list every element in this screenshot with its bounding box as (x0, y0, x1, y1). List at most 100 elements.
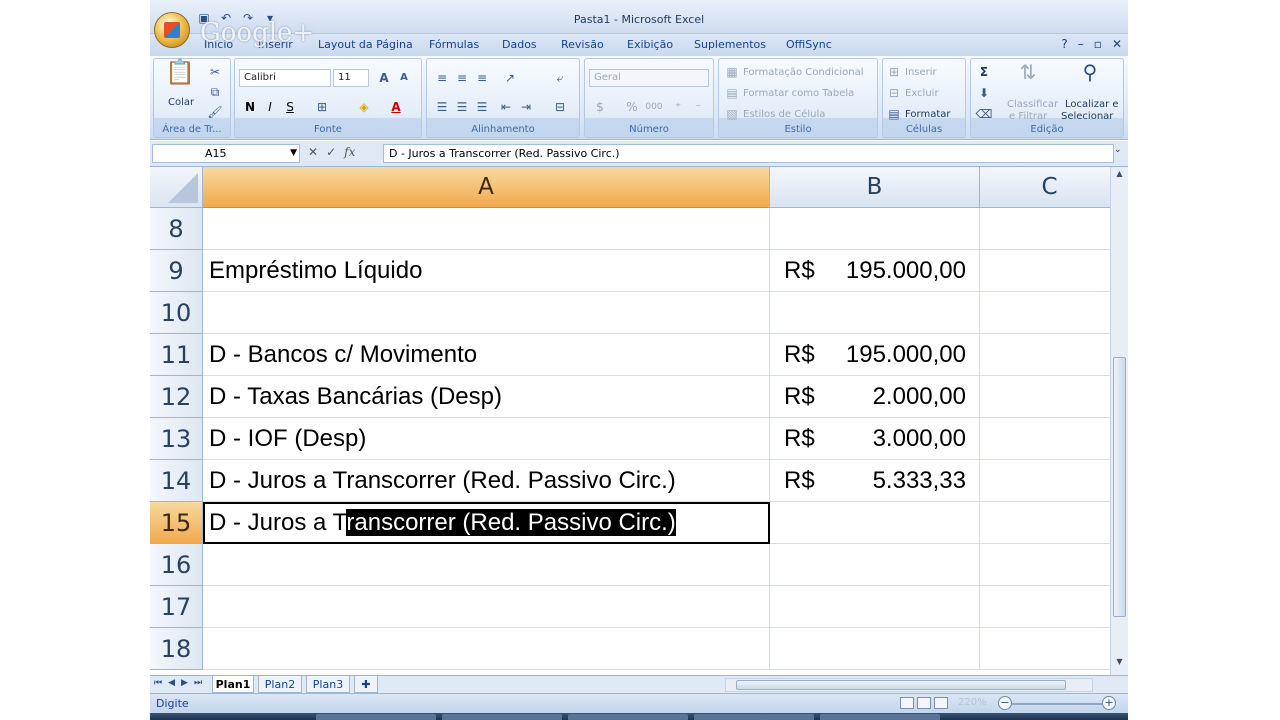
name-box-dropdown-icon[interactable]: ▼ (290, 145, 297, 162)
currency-icon[interactable]: $ (591, 98, 609, 116)
prev-sheet-icon[interactable]: ◀ (168, 678, 175, 688)
cell-b13[interactable]: R$ 3.000,00 (770, 418, 980, 460)
shrink-font-button[interactable]: A (395, 69, 413, 87)
conditional-format-button[interactable]: Formatação Condicional (743, 67, 864, 78)
grow-font-button[interactable]: A (375, 69, 393, 87)
format-painter-icon[interactable]: 🖌 (206, 103, 224, 121)
zoom-level[interactable]: 220% (958, 697, 987, 708)
zoom-slider[interactable]: − + (998, 696, 1118, 712)
select-all-button[interactable] (150, 167, 203, 208)
row-header-17[interactable]: 17 (150, 586, 203, 628)
tab-layout[interactable]: Layout da Página (318, 38, 413, 51)
scroll-up-icon[interactable]: ▲ (1113, 169, 1126, 183)
decrease-indent-icon[interactable]: ⇤ (497, 98, 515, 116)
cell-c11[interactable] (980, 334, 1110, 376)
row-header-11[interactable]: 11 (150, 334, 203, 376)
cell-c8[interactable] (980, 208, 1110, 250)
fill-color-icon[interactable]: ◈ (355, 98, 373, 116)
cell-b9[interactable]: R$ 195.000,00 (770, 250, 980, 292)
decrease-decimal-icon[interactable]: ⁻ (689, 98, 707, 116)
cell-a8[interactable] (203, 208, 770, 250)
row-header-13[interactable]: 13 (150, 418, 203, 460)
horizontal-scrollbar[interactable] (725, 678, 1093, 692)
vertical-scrollbar[interactable]: ▲ ▼ (1110, 167, 1128, 675)
cell-a11[interactable]: D - Bancos c/ Movimento (203, 334, 770, 376)
format-button[interactable]: Formatar (905, 109, 950, 120)
sort-filter-label-1[interactable]: Classificar (1007, 99, 1058, 110)
first-sheet-icon[interactable]: ⏮ (154, 678, 162, 688)
tab-offisync[interactable]: OffiSync (786, 38, 832, 51)
enter-icon[interactable]: ✓ (326, 145, 336, 159)
insert-sheet-icon[interactable]: ✚ (354, 676, 378, 693)
sheet-tab-plan3[interactable]: Plan3 (306, 676, 350, 693)
column-header-b[interactable]: B (770, 167, 980, 208)
align-right-icon[interactable]: ☰ (473, 98, 491, 116)
cell-a10[interactable] (203, 292, 770, 334)
cell-a14[interactable]: D - Juros a Transcorrer (Red. Passivo Ci… (203, 460, 770, 502)
page-layout-view-icon[interactable] (917, 697, 931, 709)
cell-a17[interactable] (203, 586, 770, 628)
cell-b17[interactable] (770, 586, 980, 628)
cell-c17[interactable] (980, 586, 1110, 628)
row-header-10[interactable]: 10 (150, 292, 203, 334)
font-size-select[interactable]: 11 (333, 69, 369, 87)
paste-icon[interactable]: 📋 (164, 60, 196, 95)
taskbar-item[interactable] (568, 714, 688, 720)
cell-a12[interactable]: D - Taxas Bancárias (Desp) (203, 376, 770, 418)
cell-c12[interactable] (980, 376, 1110, 418)
cell-b16[interactable] (770, 544, 980, 586)
align-left-icon[interactable]: ☰ (433, 98, 451, 116)
cell-b18[interactable] (770, 628, 980, 670)
cell-b15[interactable] (770, 502, 980, 544)
cell-a18[interactable] (203, 628, 770, 670)
thousands-button[interactable]: 000 (643, 98, 665, 116)
horizontal-scroll-thumb[interactable] (736, 680, 1066, 690)
expand-formula-icon[interactable]: ⌄ (1114, 145, 1126, 162)
cell-b14[interactable]: R$ 5.333,33 (770, 460, 980, 502)
cell-c10[interactable] (980, 292, 1110, 334)
cancel-icon[interactable]: ✕ (308, 145, 318, 159)
cell-text-selected[interactable]: ranscorrer (Red. Passivo Circ.) (346, 509, 676, 536)
scroll-down-icon[interactable]: ▼ (1113, 657, 1126, 671)
tab-revisao[interactable]: Revisão (561, 38, 604, 51)
last-sheet-icon[interactable]: ⏭ (194, 678, 202, 688)
copy-icon[interactable]: ⧉ (206, 83, 224, 101)
taskbar-item[interactable] (442, 714, 562, 720)
normal-view-icon[interactable] (900, 697, 914, 709)
tab-exibicao[interactable]: Exibição (627, 38, 673, 51)
borders-icon[interactable]: ⊞ (313, 98, 331, 116)
row-header-9[interactable]: 9 (150, 250, 203, 292)
zoom-in-icon[interactable]: + (1102, 696, 1116, 710)
scroll-thumb[interactable] (1113, 357, 1126, 617)
next-sheet-icon[interactable]: ▶ (181, 678, 188, 688)
taskbar-item[interactable] (694, 714, 814, 720)
cell-a13[interactable]: D - IOF (Desp) (203, 418, 770, 460)
row-header-12[interactable]: 12 (150, 376, 203, 418)
sheet-tab-plan2[interactable]: Plan2 (258, 676, 302, 693)
cell-b10[interactable] (770, 292, 980, 334)
tab-formulas[interactable]: Fórmulas (429, 38, 479, 51)
wrap-text-icon[interactable]: ⤶ (551, 69, 569, 87)
restore-icon[interactable]: ▫ (1094, 37, 1102, 51)
orientation-icon[interactable]: ↗ (501, 69, 519, 87)
sort-filter-label-2[interactable]: e Filtrar (1009, 111, 1047, 122)
underline-button[interactable]: S (281, 98, 299, 116)
row-header-16[interactable]: 16 (150, 544, 203, 586)
tab-suplementos[interactable]: Suplementos (694, 38, 766, 51)
find-select-label-2[interactable]: Selecionar (1061, 111, 1113, 122)
zoom-out-icon[interactable]: − (998, 696, 1012, 710)
sheet-tab-plan1[interactable]: Plan1 (212, 676, 254, 693)
percent-button[interactable]: % (623, 98, 641, 116)
insert-button[interactable]: Inserir (905, 67, 937, 78)
help-icon[interactable]: ? (1061, 37, 1067, 51)
row-header-14[interactable]: 14 (150, 460, 203, 502)
cell-a16[interactable] (203, 544, 770, 586)
row-header-15[interactable]: 15 (150, 502, 203, 544)
column-header-c[interactable]: C (980, 167, 1110, 208)
delete-button[interactable]: Excluir (905, 88, 939, 99)
autosum-button[interactable]: Σ (975, 63, 993, 81)
clear-icon[interactable]: ⌫ (975, 105, 993, 123)
merge-center-icon[interactable]: ⊟ (551, 98, 569, 116)
font-color-button[interactable]: A (387, 98, 405, 116)
cell-b8[interactable] (770, 208, 980, 250)
